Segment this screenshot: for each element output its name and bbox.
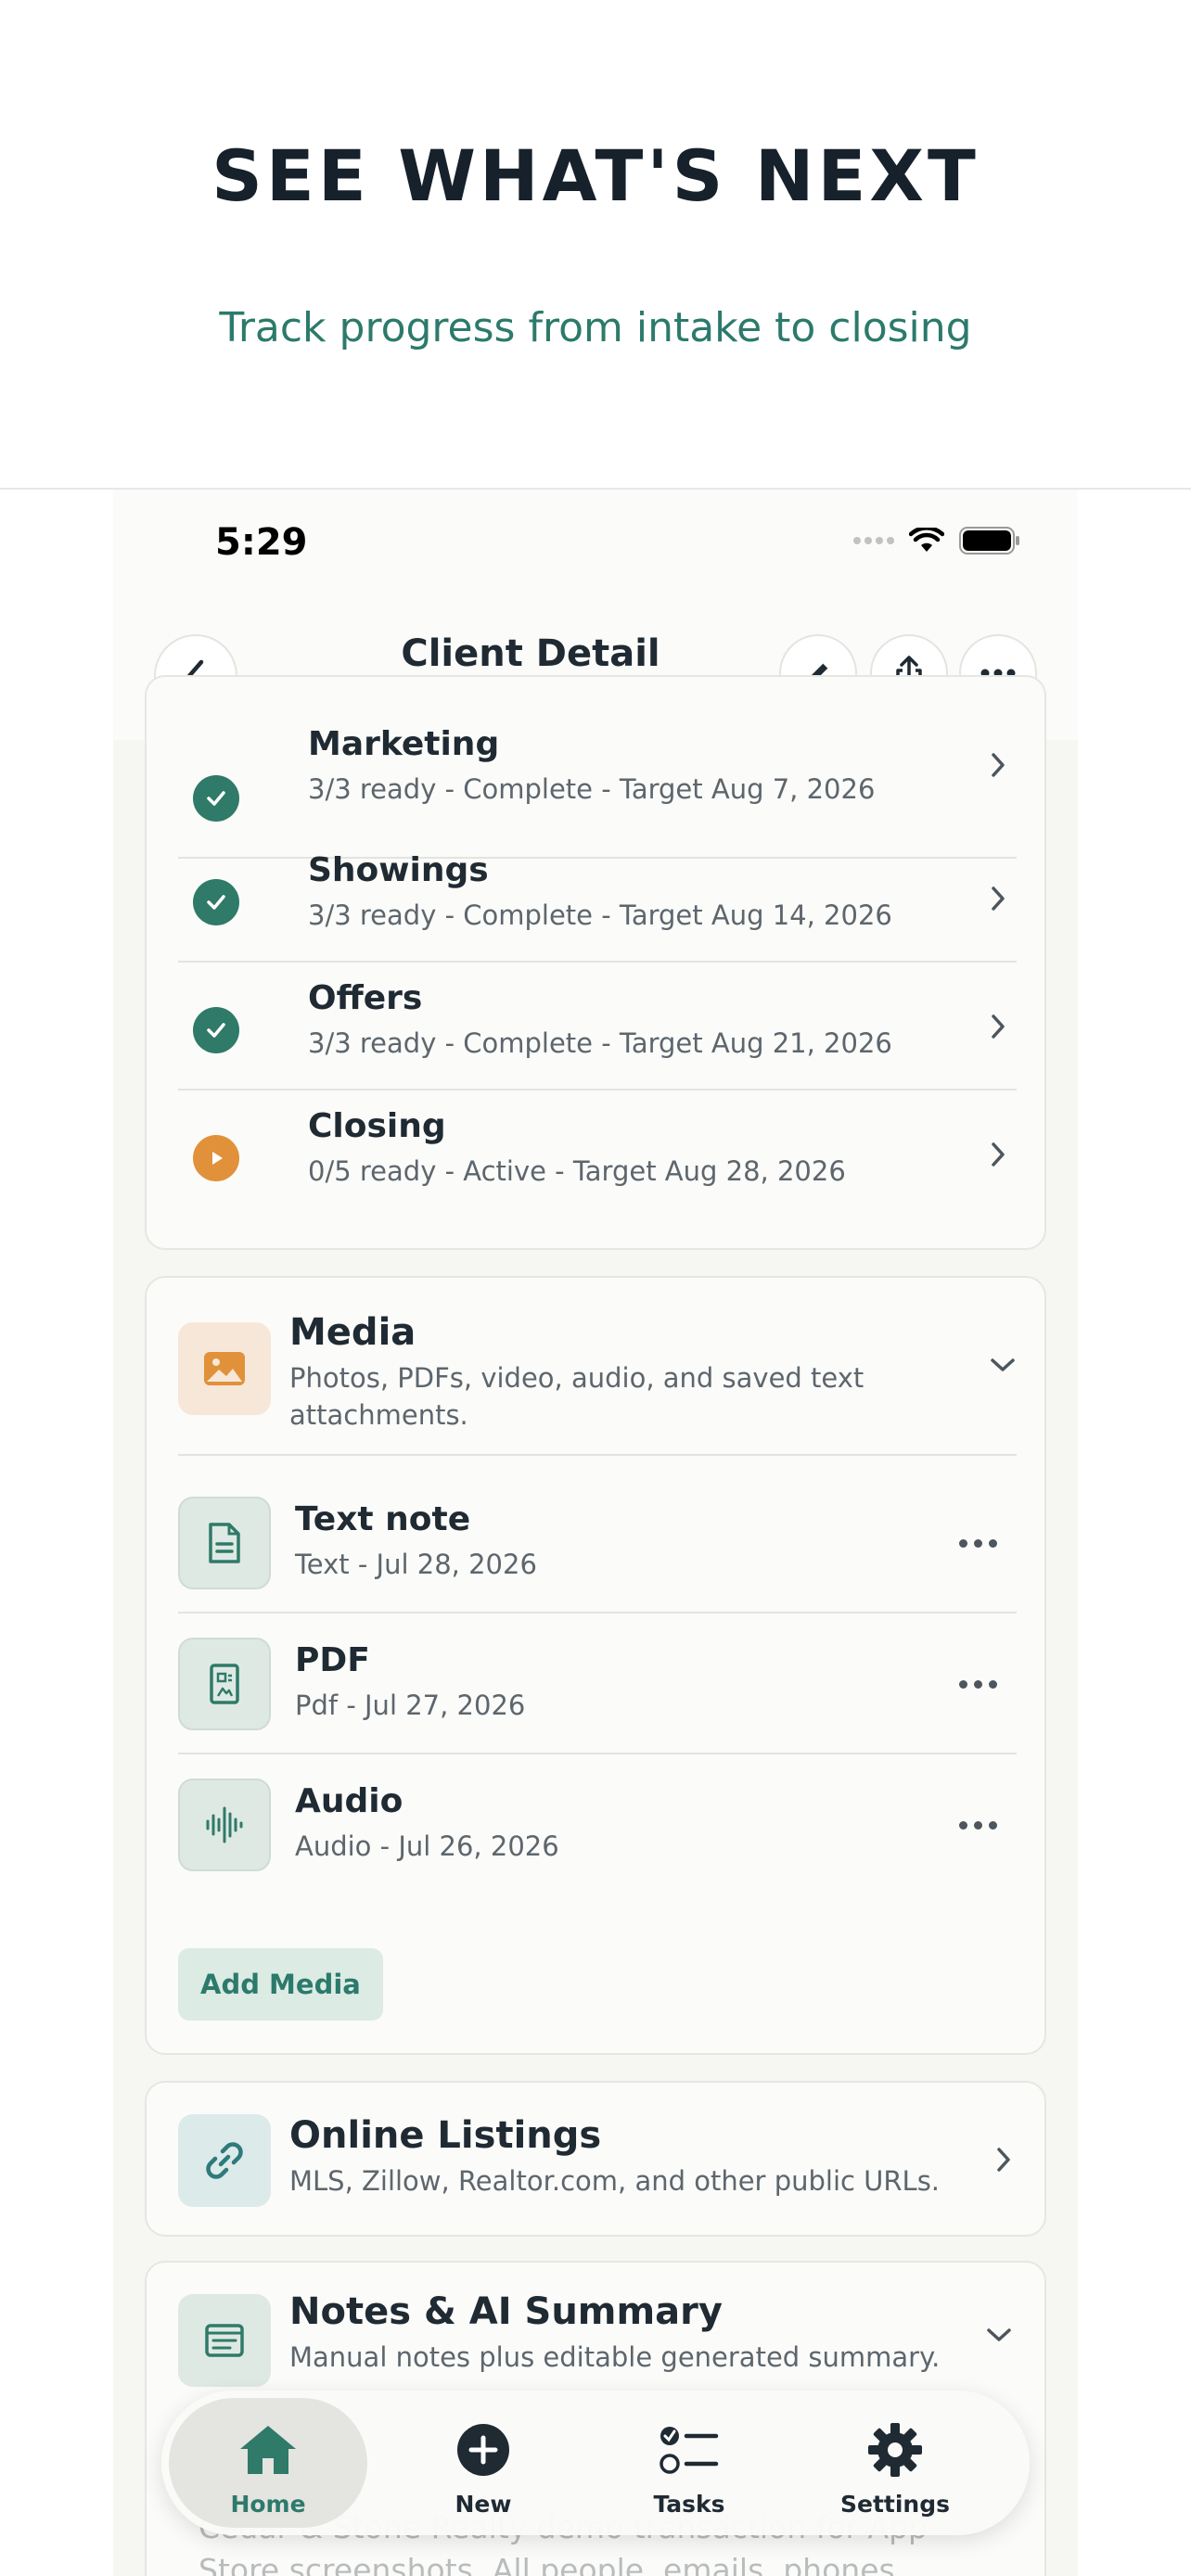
status-bar: 5:29: [113, 490, 1078, 592]
media-item-text-note[interactable]: Text note Text - Jul 28, 2026: [178, 1473, 1017, 1613]
tab-label: Tasks: [653, 2491, 725, 2518]
more-icon[interactable]: [950, 1665, 1005, 1702]
status-time: 5:29: [215, 521, 308, 564]
checklist-icon: [590, 2420, 788, 2480]
signal-icon: [853, 537, 894, 544]
media-item-audio[interactable]: Audio Audio - Jul 26, 2026: [178, 1754, 1017, 1895]
hero-title: SEE WHAT'S NEXT: [211, 134, 980, 217]
more-icon[interactable]: [950, 1524, 1005, 1562]
phase-subtitle: 0/5 ready - Active - Target Aug 28, 2026: [308, 1155, 846, 1187]
media-item-pdf[interactable]: PDF Pdf - Jul 27, 2026: [178, 1613, 1017, 1754]
chevron-right-icon: [992, 1014, 1005, 1039]
tab-home[interactable]: Home: [169, 2398, 367, 2528]
online-listings-title: Online Listings: [289, 2114, 602, 2157]
page-title: Client Detail: [401, 632, 660, 675]
media-item-subtitle: Audio - Jul 26, 2026: [295, 1830, 559, 1862]
notes-icon: [178, 2294, 271, 2387]
online-listings-subtitle: MLS, Zillow, Realtor.com, and other publ…: [289, 2165, 941, 2197]
add-media-button[interactable]: Add Media: [178, 1948, 383, 2021]
tab-label: Settings: [839, 2491, 950, 2518]
phase-title: Showings: [308, 851, 489, 889]
phase-title: Offers: [308, 979, 423, 1017]
media-item-subtitle: Text - Jul 28, 2026: [295, 1549, 537, 1580]
notes-title: Notes & AI Summary: [289, 2290, 723, 2333]
tab-new[interactable]: New: [384, 2398, 583, 2528]
gear-icon: [796, 2420, 994, 2480]
battery-icon: [959, 527, 1019, 555]
phone-screen: 5:29 Client Detail Marketing 3/3 ready -…: [113, 490, 1078, 2576]
tab-settings[interactable]: Settings: [796, 2398, 994, 2528]
media-item-subtitle: Pdf - Jul 27, 2026: [295, 1690, 526, 1721]
chevron-right-icon: [997, 2148, 1010, 2172]
hero-subtitle: Track progress from intake to closing: [219, 304, 972, 351]
media-item-title: Text note: [295, 1500, 471, 1538]
media-subtitle: Photos, PDFs, video, audio, and saved te…: [289, 1362, 864, 1431]
tab-label: Home: [230, 2491, 306, 2518]
check-icon: [193, 879, 239, 925]
link-icon: [178, 2114, 271, 2207]
phases-card: Marketing 3/3 ready - Complete - Target …: [145, 675, 1046, 1250]
media-card: Media Photos, PDFs, video, audio, and sa…: [145, 1276, 1046, 2055]
status-icons: [853, 527, 1020, 555]
tab-label: New: [455, 2491, 512, 2518]
check-icon: [193, 1007, 239, 1053]
check-icon: [193, 775, 239, 822]
phase-title: Marketing: [308, 725, 500, 763]
house-icon: [169, 2420, 367, 2480]
media-header[interactable]: Media Photos, PDFs, video, audio, and sa…: [147, 1278, 1044, 1456]
plus-circle-icon: [384, 2420, 583, 2480]
phase-title: Closing: [308, 1107, 446, 1145]
notes-subtitle: Manual notes plus editable generated sum…: [289, 2341, 941, 2373]
phase-row-offers[interactable]: Offers 3/3 ready - Complete - Target Aug…: [178, 963, 1017, 1090]
phase-row-showings[interactable]: Showings 3/3 ready - Complete - Target A…: [178, 835, 1017, 963]
chevron-down-icon: [991, 1358, 1015, 1371]
phase-subtitle: 3/3 ready - Complete - Target Aug 7, 202…: [308, 773, 876, 805]
pdf-icon: [178, 1638, 271, 1730]
photo-icon: [178, 1322, 271, 1415]
more-icon[interactable]: [950, 1806, 1005, 1843]
play-icon: [193, 1135, 239, 1181]
chevron-right-icon: [992, 753, 1005, 777]
waveform-icon: [178, 1779, 271, 1871]
media-item-title: PDF: [295, 1641, 370, 1679]
online-listings-card[interactable]: Online Listings MLS, Zillow, Realtor.com…: [145, 2081, 1046, 2237]
wifi-icon: [909, 528, 944, 552]
media-item-title: Audio: [295, 1782, 403, 1820]
phase-subtitle: 3/3 ready - Complete - Target Aug 14, 20…: [308, 899, 892, 931]
chevron-right-icon: [992, 1142, 1005, 1167]
phase-row-closing[interactable]: Closing 0/5 ready - Active - Target Aug …: [178, 1090, 1017, 1218]
divider: [178, 1454, 1017, 1456]
chevron-right-icon: [992, 886, 1005, 911]
document-icon: [178, 1497, 271, 1589]
tab-bar: Home New Tasks Settings: [161, 2391, 1030, 2535]
chevron-down-icon[interactable]: [985, 2326, 1013, 2344]
media-title: Media: [289, 1311, 416, 1354]
phase-subtitle: 3/3 ready - Complete - Target Aug 21, 20…: [308, 1027, 892, 1059]
tab-tasks[interactable]: Tasks: [590, 2398, 788, 2528]
hero-header: SEE WHAT'S NEXT Track progress from inta…: [0, 0, 1191, 488]
